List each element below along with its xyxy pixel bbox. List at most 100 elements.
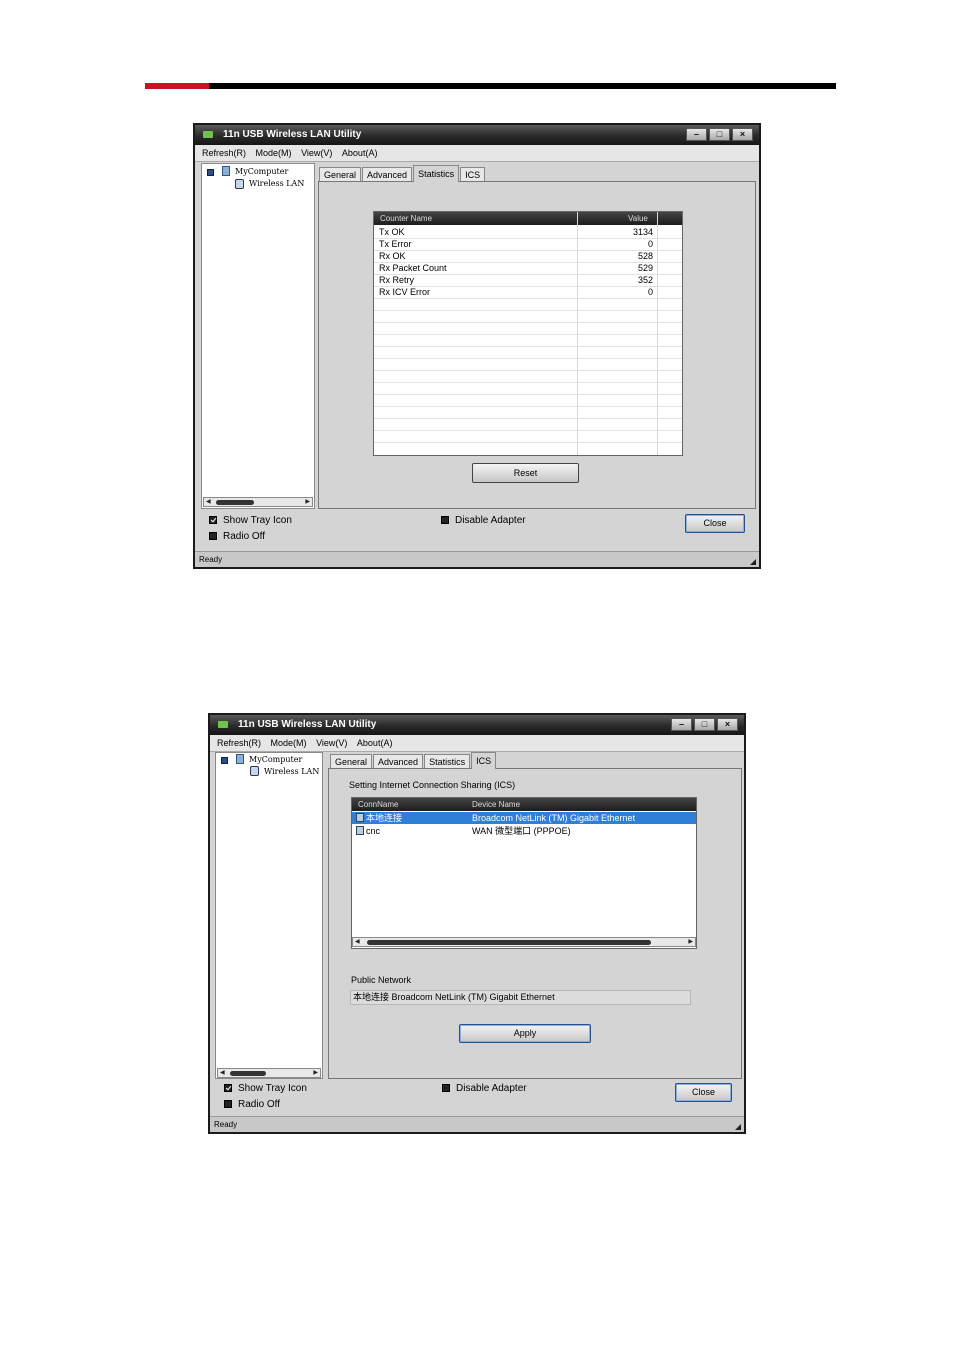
public-network-field[interactable]: 本地连接 Broadcom NetLink (TM) Gigabit Ether… bbox=[350, 990, 691, 1005]
counter-name: Rx Retry bbox=[379, 275, 415, 285]
disable-adapter-checkbox[interactable]: Disable Adapter bbox=[442, 1083, 527, 1094]
scroll-left-icon[interactable]: ◀ bbox=[355, 938, 360, 946]
tree-node-mycomputer[interactable]: MyComputer bbox=[249, 755, 302, 764]
scroll-right-icon[interactable]: ▶ bbox=[688, 938, 693, 946]
checked-box-icon[interactable] bbox=[224, 1084, 232, 1092]
status-text: Ready bbox=[214, 1120, 238, 1129]
menu-bar: Refresh(R) Mode(M) View(V) About(A) bbox=[195, 145, 759, 162]
menu-refresh[interactable]: Refresh(R) bbox=[217, 735, 261, 751]
table-row[interactable]: 本地连接 Broadcom NetLink (TM) Gigabit Ether… bbox=[352, 812, 696, 824]
menu-mode[interactable]: Mode(M) bbox=[271, 735, 307, 751]
tab-statistics[interactable]: Statistics bbox=[413, 165, 460, 182]
tab-ics[interactable]: ICS bbox=[471, 752, 497, 769]
maximize-button[interactable]: □ bbox=[694, 718, 715, 731]
ics-heading: Setting Internet Connection Sharing (ICS… bbox=[349, 780, 516, 790]
counter-name: Tx Error bbox=[379, 239, 412, 249]
page-header-rule bbox=[145, 83, 836, 89]
tree-node-wireless-lan[interactable]: Wireless LAN bbox=[249, 179, 304, 188]
unchecked-box-icon[interactable] bbox=[442, 1084, 450, 1092]
tree-node-mycomputer[interactable]: MyComputer bbox=[235, 167, 288, 176]
menu-about[interactable]: About(A) bbox=[357, 735, 393, 751]
scroll-thumb[interactable] bbox=[216, 500, 254, 505]
menu-about[interactable]: About(A) bbox=[342, 145, 378, 161]
counter-value: 0 bbox=[647, 287, 653, 297]
device-name: WAN 微型端口 (PPPOE) bbox=[472, 826, 571, 836]
header-connname[interactable]: ConnName bbox=[358, 798, 398, 811]
show-tray-icon-label: Show Tray Icon bbox=[223, 515, 292, 526]
header-device-name[interactable]: Device Name bbox=[472, 798, 520, 811]
tree-scrollbar[interactable]: ◀ ▶ bbox=[203, 497, 313, 507]
tab-general[interactable]: General bbox=[319, 167, 362, 181]
status-bar: Ready bbox=[210, 1116, 744, 1132]
device-tree: MyComputer Wireless LAN ◀ ▶ bbox=[215, 752, 323, 1079]
unchecked-box-icon[interactable] bbox=[441, 516, 449, 524]
scroll-thumb[interactable] bbox=[230, 1071, 266, 1076]
maximize-button[interactable]: □ bbox=[709, 128, 730, 141]
resize-grip-icon[interactable] bbox=[735, 1124, 741, 1130]
wireless-app-icon bbox=[203, 131, 213, 138]
table-header: Counter Name Value bbox=[374, 212, 682, 225]
reset-button[interactable]: Reset bbox=[472, 463, 579, 483]
close-button[interactable]: Close bbox=[685, 514, 745, 533]
title-bar[interactable]: 11n USB Wireless LAN Utility – □ × bbox=[195, 125, 759, 145]
scroll-right-icon[interactable]: ▶ bbox=[305, 498, 310, 506]
show-tray-icon-label: Show Tray Icon bbox=[238, 1083, 307, 1094]
table-header: ConnName Device Name bbox=[352, 798, 696, 811]
tab-general[interactable]: General bbox=[330, 754, 373, 768]
tab-ics[interactable]: ICS bbox=[460, 167, 486, 181]
minimize-button[interactable]: – bbox=[671, 718, 692, 731]
menu-view[interactable]: View(V) bbox=[301, 145, 332, 161]
collapse-icon[interactable] bbox=[207, 169, 214, 176]
connections-scrollbar[interactable]: ◀ ▶ bbox=[352, 937, 696, 947]
scroll-thumb[interactable] bbox=[367, 940, 651, 945]
menu-bar: Refresh(R) Mode(M) View(V) About(A) bbox=[210, 735, 744, 752]
apply-button[interactable]: Apply bbox=[459, 1024, 591, 1043]
header-value[interactable]: Value bbox=[628, 212, 648, 225]
statistics-panel: Counter Name Value Tx OK 3134 Tx Error 0 Rx … bbox=[318, 181, 756, 509]
scroll-right-icon[interactable]: ▶ bbox=[313, 1069, 318, 1077]
disable-adapter-checkbox[interactable]: Disable Adapter bbox=[441, 515, 526, 526]
menu-mode[interactable]: Mode(M) bbox=[256, 145, 292, 161]
tab-advanced[interactable]: Advanced bbox=[362, 167, 413, 181]
minimize-button[interactable]: – bbox=[686, 128, 707, 141]
scroll-left-icon[interactable]: ◀ bbox=[206, 498, 211, 506]
counter-value: 3134 bbox=[632, 227, 653, 237]
counter-name: Rx ICV Error bbox=[379, 287, 431, 297]
radio-off-checkbox[interactable]: Radio Off bbox=[224, 1099, 280, 1110]
table-row[interactable]: cnc WAN 微型端口 (PPPOE) bbox=[352, 825, 696, 837]
menu-view[interactable]: View(V) bbox=[316, 735, 347, 751]
close-button[interactable]: Close bbox=[675, 1083, 732, 1102]
scroll-left-icon[interactable]: ◀ bbox=[220, 1069, 225, 1077]
counter-value: 352 bbox=[637, 275, 653, 285]
title-bar[interactable]: 11n USB Wireless LAN Utility – □ × bbox=[210, 715, 744, 735]
statistics-table: Counter Name Value Tx OK 3134 Tx Error 0 Rx … bbox=[373, 211, 683, 456]
page-header-accent bbox=[145, 83, 209, 89]
status-bar: Ready bbox=[195, 551, 759, 567]
checked-box-icon[interactable] bbox=[209, 516, 217, 524]
header-counter-name[interactable]: Counter Name bbox=[380, 212, 432, 225]
tree-scrollbar[interactable]: ◀ ▶ bbox=[217, 1068, 321, 1078]
counter-value: 529 bbox=[637, 263, 653, 273]
table-row[interactable] bbox=[374, 430, 682, 443]
collapse-icon[interactable] bbox=[221, 757, 228, 764]
device-tree: MyComputer Wireless LAN ◀ ▶ bbox=[201, 163, 315, 509]
show-tray-icon-checkbox[interactable]: Show Tray Icon bbox=[224, 1083, 307, 1094]
show-tray-icon-checkbox[interactable]: Show Tray Icon bbox=[209, 515, 292, 526]
radio-off-checkbox[interactable]: Radio Off bbox=[209, 531, 265, 542]
counter-value: 0 bbox=[647, 239, 653, 249]
tab-advanced[interactable]: Advanced bbox=[373, 754, 424, 768]
conn-name: cnc bbox=[366, 826, 381, 836]
close-window-button[interactable]: × bbox=[717, 718, 738, 731]
wireless-app-icon bbox=[218, 721, 228, 728]
radio-off-label: Radio Off bbox=[238, 1099, 281, 1110]
close-window-button[interactable]: × bbox=[732, 128, 753, 141]
tree-node-wireless-lan[interactable]: Wireless LAN bbox=[264, 767, 319, 776]
radio-off-label: Radio Off bbox=[223, 531, 266, 542]
resize-grip-icon[interactable] bbox=[750, 559, 756, 565]
ics-panel: Setting Internet Connection Sharing (ICS… bbox=[328, 768, 742, 1079]
unchecked-box-icon[interactable] bbox=[224, 1100, 232, 1108]
wireless-adapter-icon bbox=[235, 179, 244, 189]
menu-refresh[interactable]: Refresh(R) bbox=[202, 145, 246, 161]
tab-statistics[interactable]: Statistics bbox=[424, 754, 471, 768]
unchecked-box-icon[interactable] bbox=[209, 532, 217, 540]
